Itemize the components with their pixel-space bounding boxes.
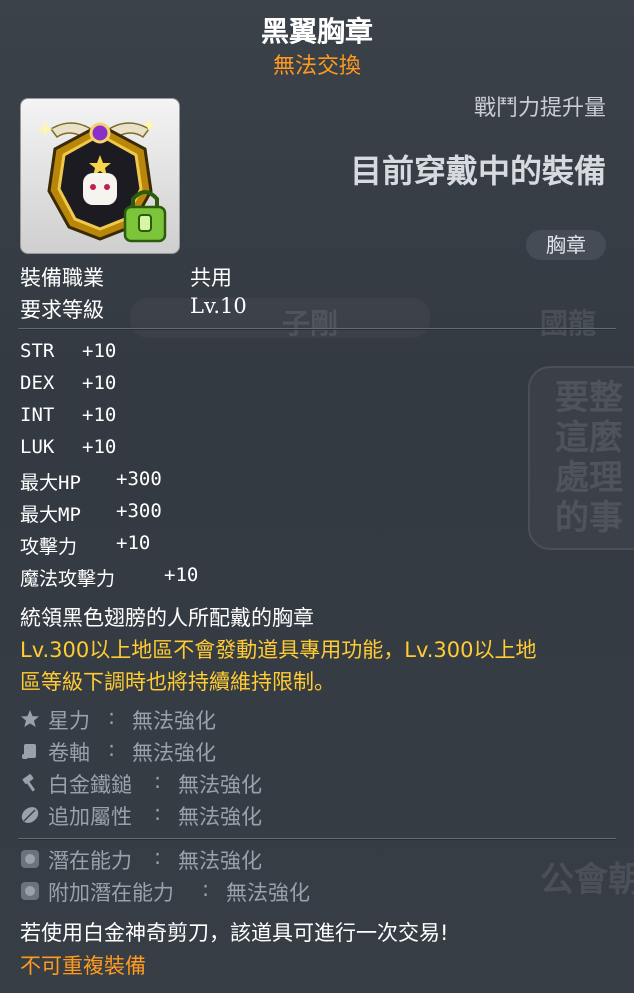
scroll-icon — [22, 744, 36, 759]
enhancement-label: 卷軸 — [48, 741, 90, 765]
enhancement-status: 無法強化 — [132, 741, 216, 765]
stat-value: +300 — [116, 468, 162, 490]
stat-value: +10 — [82, 404, 117, 426]
colon: : — [202, 877, 210, 901]
stat-row: 最大MP +300 — [20, 500, 162, 527]
combat-power-label: 戰鬥力提升量 — [473, 96, 606, 121]
enhancement-status: 無法強化 — [178, 805, 262, 829]
additional-potential-row: 附加潛在能力 : 無法強化 — [20, 877, 360, 907]
background-bubble-text: 要整 這麼 處理 的事 — [555, 378, 623, 538]
scissors-trade-note: 若使用白金神奇剪刀，該道具可進行一次交易! — [20, 921, 449, 945]
stat-value: +10 — [116, 532, 151, 554]
item-name: 黑翼胸章 — [260, 15, 373, 48]
trade-status: 無法交換 — [272, 54, 361, 79]
potential-status: 無法強化 — [178, 849, 262, 873]
divider — [18, 838, 616, 840]
background-bottom-sign: 公會朝 — [540, 860, 634, 900]
stat-name: LUK — [20, 436, 55, 458]
colon: : — [108, 705, 116, 729]
stat-name: STR — [20, 340, 55, 362]
additional-potential-label: 附加潛在能力 — [48, 881, 174, 905]
stat-value: +10 — [82, 340, 117, 362]
job-label: 裝備職業 — [20, 266, 104, 290]
black-wing-medal-icon — [37, 119, 167, 243]
enhancement-row-bonus: 追加屬性 : 無法強化 — [20, 801, 320, 831]
unique-equip-note: 不可重複裝備 — [20, 954, 146, 978]
stat-value: +300 — [116, 500, 162, 522]
item-description: 統領黑色翅膀的人所配戴的胸章 — [20, 606, 314, 630]
job-requirement: 裝備職業 共用 — [20, 262, 232, 292]
stat-name: 最大HP — [20, 472, 81, 494]
item-icon-frame — [20, 98, 180, 254]
stat-row: DEX +10 — [20, 372, 116, 394]
stat-name: INT — [20, 404, 55, 426]
potential-label: 潛在能力 — [48, 849, 132, 873]
stat-row: 魔法攻擊力 +10 — [20, 564, 198, 591]
colon: : — [154, 845, 162, 869]
level-restriction-warning: Lv.300以上地區不會發動道具專用功能，Lv.300以上地 — [20, 638, 537, 662]
enhancement-label: 白金鐵鎚 — [48, 773, 132, 797]
additional-potential-status: 無法強化 — [226, 881, 310, 905]
level-requirement: 要求等級 Lv.10 — [20, 294, 247, 324]
hammer-icon — [22, 774, 36, 792]
additional-potential-icon — [21, 882, 39, 900]
level-restriction-warning-cont: 區等級下調時也將持續維持限制。 — [20, 670, 335, 694]
stat-name: 最大MP — [20, 504, 81, 526]
stat-name: DEX — [20, 372, 55, 394]
enhancement-status: 無法強化 — [178, 773, 262, 797]
stat-name: 攻擊力 — [20, 536, 78, 558]
background-sign-text-right: 國龍 — [540, 307, 597, 340]
item-tooltip: 子剛 國龍 要整 這麼 處理 的事 公會朝 黑翼胸章 無法交換 戰鬥力提升量 目… — [0, 0, 634, 993]
divider — [18, 328, 616, 330]
stat-row: LUK +10 — [20, 436, 116, 458]
colon: : — [154, 801, 162, 825]
enhancement-row-starforce: 星力 : 無法強化 — [20, 705, 320, 735]
job-value: 共用 — [190, 266, 232, 290]
equipped-label: 目前穿戴中的裝備 — [349, 152, 606, 190]
enhancement-row-scroll: 卷軸 : 無法強化 — [20, 737, 320, 767]
potential-icon — [21, 850, 39, 868]
stat-row: INT +10 — [20, 404, 116, 426]
level-value: Lv.10 — [190, 294, 247, 318]
stat-row: STR +10 — [20, 340, 116, 362]
stat-value: +10 — [82, 436, 117, 458]
leaf-icon — [21, 807, 39, 823]
star-icon — [21, 710, 39, 727]
enhancement-status: 無法強化 — [132, 709, 216, 733]
enhancement-row-hammer: 白金鐵鎚 : 無法強化 — [20, 769, 320, 799]
background-sign-text: 子剛 — [282, 307, 339, 340]
colon: : — [154, 769, 162, 793]
category-badge: 胸章 — [526, 230, 606, 260]
colon: : — [108, 737, 116, 761]
enhancement-label: 追加屬性 — [48, 805, 132, 829]
stat-value: +10 — [164, 564, 199, 586]
stat-name: 魔法攻擊力 — [20, 568, 116, 590]
stat-row: 攻擊力 +10 — [20, 532, 150, 559]
background-sign — [130, 298, 430, 338]
stat-value: +10 — [82, 372, 117, 394]
enhancement-label: 星力 — [48, 709, 90, 733]
stat-row: 最大HP +300 — [20, 468, 162, 495]
potential-row: 潛在能力 : 無法強化 — [20, 845, 340, 875]
level-label: 要求等級 — [20, 298, 104, 322]
